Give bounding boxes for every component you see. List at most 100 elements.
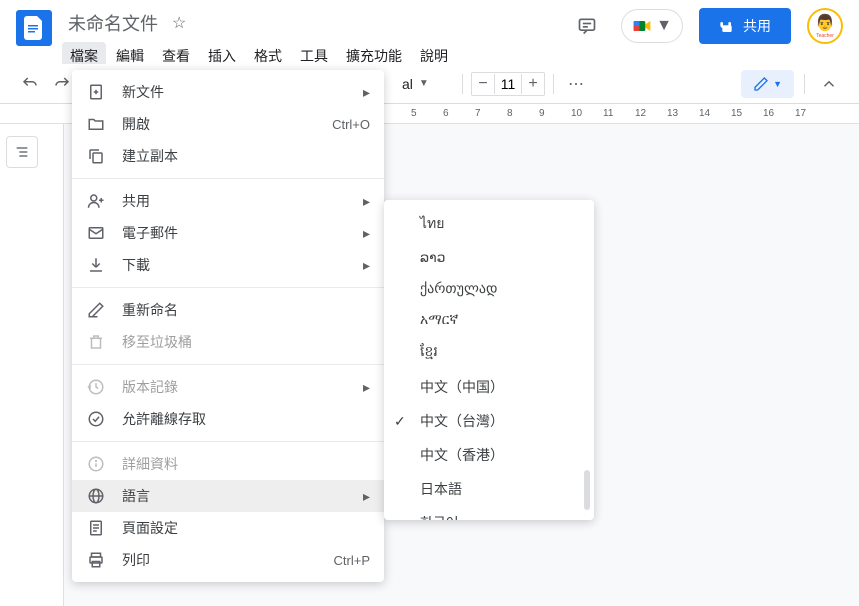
font-size-value[interactable]: 11 — [494, 74, 522, 94]
language-label: 日本語 — [420, 479, 462, 499]
star-icon[interactable]: ☆ — [172, 13, 186, 33]
info-icon — [86, 454, 106, 474]
offline-icon — [86, 409, 106, 429]
menu-item-label: 建立副本 — [122, 146, 370, 166]
menu-item-label: 開啟 — [122, 114, 332, 134]
docs-logo[interactable] — [16, 10, 52, 46]
language-label: 中文（中国） — [420, 377, 504, 397]
menu-item-label: 頁面設定 — [122, 518, 370, 538]
page-icon — [86, 518, 106, 538]
file-menu-item[interactable]: 下載 ▸ — [72, 249, 384, 281]
submenu-arrow-icon: ▸ — [363, 225, 370, 242]
language-label: 中文（台灣） — [420, 411, 504, 431]
file-plus-icon — [86, 82, 106, 102]
language-label: አማርኛ — [420, 311, 458, 328]
user-avatar[interactable]: 👨 Teacher — [807, 8, 843, 44]
vertical-ruler — [44, 124, 64, 606]
language-label: ខ្មែរ — [420, 342, 438, 363]
file-menu-item[interactable]: 建立副本 — [72, 140, 384, 172]
file-menu-item[interactable]: 語言 ▸ — [72, 480, 384, 512]
folder-icon — [86, 114, 106, 134]
doc-title[interactable]: 未命名文件 — [62, 8, 164, 38]
menu-item-label: 允許離線存取 — [122, 409, 370, 429]
menu-item-label: 重新命名 — [122, 300, 370, 320]
undo-button[interactable] — [16, 70, 44, 98]
submenu-arrow-icon: ▸ — [363, 257, 370, 274]
chevron-down-icon: ▼ — [773, 79, 782, 89]
file-menu-item[interactable]: 重新命名 — [72, 294, 384, 326]
left-sidebar — [0, 124, 44, 606]
language-item[interactable]: 한국어 — [384, 506, 594, 520]
trash-icon — [86, 332, 106, 352]
scrollbar[interactable] — [584, 470, 590, 510]
separator — [462, 74, 463, 94]
rename-icon — [86, 300, 106, 320]
history-icon — [86, 377, 106, 397]
font-size-control: − 11 + — [471, 72, 545, 96]
separator — [553, 74, 554, 94]
separator — [72, 287, 384, 288]
font-size-decrease[interactable]: − — [472, 73, 494, 95]
font-select[interactable]: al▼ — [394, 74, 454, 94]
file-menu-item[interactable]: 新文件▸ — [72, 76, 384, 108]
file-menu-item[interactable]: 開啟Ctrl+O — [72, 108, 384, 140]
language-submenu: ไทย ລາວ ქართულად አማርኛ ខ្មែរ 中文（中国） ✓ 中文（台灣） 中文（香… — [384, 200, 594, 520]
separator — [72, 441, 384, 442]
more-icon[interactable]: ⋯ — [562, 70, 590, 98]
menu-item-label: 電子郵件 — [122, 223, 355, 243]
check-icon: ✓ — [394, 413, 406, 430]
menu-item-label: 語言 — [122, 486, 355, 506]
editing-mode-button[interactable]: ▼ — [741, 70, 794, 98]
file-menu-item[interactable]: 允許離線存取 — [72, 403, 384, 435]
language-label: 한국어 — [420, 513, 459, 520]
submenu-arrow-icon: ▸ — [363, 488, 370, 505]
submenu-arrow-icon: ▸ — [363, 379, 370, 396]
shortcut-label: Ctrl+P — [334, 553, 370, 568]
language-item[interactable]: ქართულად — [384, 273, 594, 304]
file-menu-dropdown: 新文件▸開啟Ctrl+O建立副本共用▸電子郵件▸下載▸重新命名移至垃圾桶版本記錄… — [72, 70, 384, 582]
language-label: ქართულად — [420, 280, 497, 297]
file-menu-item[interactable]: 頁面設定 — [72, 512, 384, 544]
submenu-arrow-icon: ▸ — [363, 193, 370, 210]
menu-item-label: 移至垃圾桶 — [122, 332, 370, 352]
language-item[interactable]: 中文（香港） — [384, 438, 594, 472]
language-label: 中文（香港） — [420, 445, 504, 465]
separator — [72, 364, 384, 365]
language-item[interactable]: ไทย — [384, 206, 594, 242]
user-plus-icon — [86, 191, 106, 211]
shortcut-label: Ctrl+O — [332, 117, 370, 132]
language-item[interactable]: 日本語 — [384, 472, 594, 506]
file-menu-item: 版本記錄 ▸ — [72, 371, 384, 403]
copy-icon — [86, 146, 106, 166]
file-menu-item[interactable]: 電子郵件 ▸ — [72, 217, 384, 249]
submenu-arrow-icon: ▸ — [363, 84, 370, 101]
language-label: ไทย — [420, 213, 444, 235]
separator — [804, 74, 805, 94]
file-menu-item: 移至垃圾桶 — [72, 326, 384, 358]
language-item[interactable]: ✓ 中文（台灣） — [384, 404, 594, 438]
outline-icon[interactable] — [6, 136, 38, 168]
menu-item-label: 共用 — [122, 191, 355, 211]
language-item[interactable]: 中文（中国） — [384, 370, 594, 404]
share-label: 共用 — [743, 16, 771, 36]
file-menu-item[interactable]: 列印Ctrl+P — [72, 544, 384, 576]
download-icon — [86, 255, 106, 275]
share-button[interactable]: 共用 — [699, 8, 791, 44]
font-size-increase[interactable]: + — [522, 73, 544, 95]
language-item[interactable]: ខ្មែរ — [384, 335, 594, 370]
collapse-icon[interactable] — [815, 70, 843, 98]
menu-item-label: 版本記錄 — [122, 377, 355, 397]
globe-icon — [86, 486, 106, 506]
comments-icon[interactable] — [569, 8, 605, 44]
print-icon — [86, 550, 106, 570]
file-menu-item[interactable]: 共用 ▸ — [72, 185, 384, 217]
language-item[interactable]: አማርኛ — [384, 304, 594, 335]
menu-item-label: 詳細資料 — [122, 454, 370, 474]
menu-item-label: 下載 — [122, 255, 355, 275]
language-label: ລາວ — [420, 249, 446, 266]
chevron-down-icon: ▼ — [419, 78, 429, 89]
meet-button[interactable]: ▼ — [621, 9, 683, 43]
separator — [72, 178, 384, 179]
language-item[interactable]: ລາວ — [384, 242, 594, 273]
file-menu-item: 詳細資料 — [72, 448, 384, 480]
